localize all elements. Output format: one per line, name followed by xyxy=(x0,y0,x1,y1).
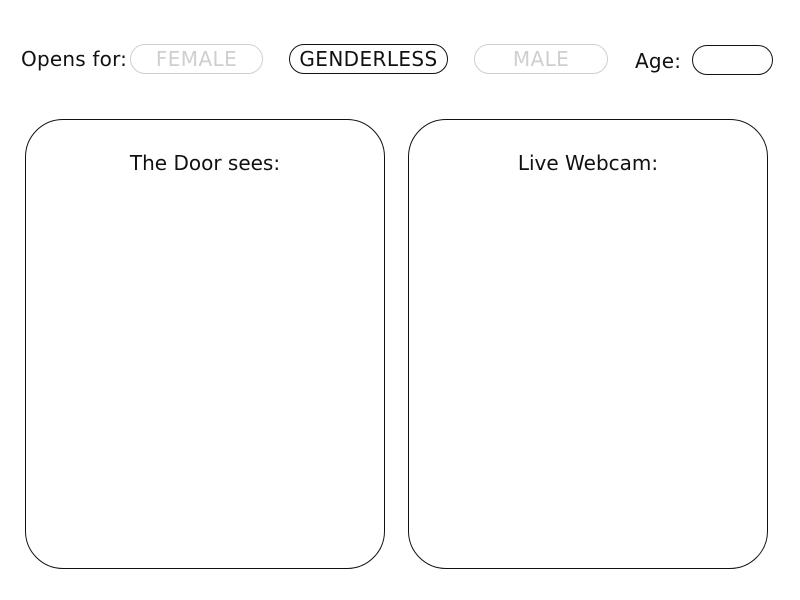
live-webcam-panel: Live Webcam: xyxy=(408,119,768,569)
genderless-button[interactable]: GENDERLESS xyxy=(289,44,448,74)
opens-for-label: Opens for: xyxy=(21,47,128,71)
age-input[interactable] xyxy=(692,45,773,75)
female-button[interactable]: FEMALE xyxy=(130,44,263,74)
door-sees-view xyxy=(46,190,364,548)
live-webcam-title: Live Webcam: xyxy=(517,151,659,175)
door-sees-panel: The Door sees: xyxy=(25,119,385,569)
live-webcam-view xyxy=(429,190,747,548)
age-label: Age: xyxy=(635,49,682,73)
male-button[interactable]: MALE xyxy=(474,44,608,74)
filter-bar: Opens for: FEMALE GENDERLESS MALE Age: xyxy=(0,0,800,110)
door-sees-title: The Door sees: xyxy=(129,151,281,175)
